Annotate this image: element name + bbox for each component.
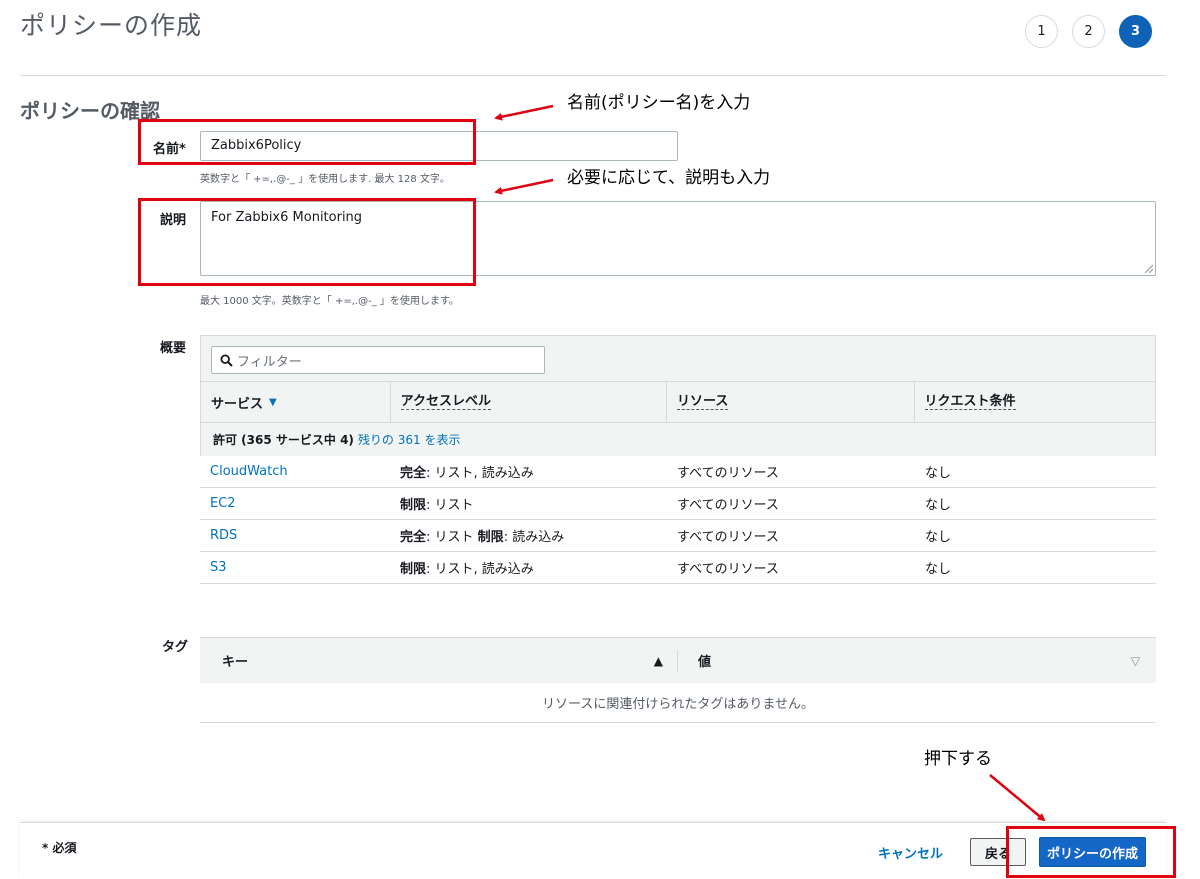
service-link[interactable]: RDS bbox=[210, 528, 237, 543]
tags-label: タグ bbox=[162, 640, 189, 655]
cancel-link[interactable]: キャンセル bbox=[878, 843, 943, 862]
service-link[interactable]: CloudWatch bbox=[210, 464, 288, 479]
access-level-cell: 制限: リスト bbox=[400, 498, 474, 513]
summary-filter-bar: フィルター bbox=[200, 335, 1156, 381]
column-service[interactable]: サービス ▼ bbox=[201, 382, 391, 422]
title-divider bbox=[20, 75, 1166, 76]
column-access-level[interactable]: アクセスレベル bbox=[391, 382, 668, 422]
wizard-steps: 1 2 3 bbox=[1025, 15, 1152, 48]
description-arrow-icon bbox=[494, 178, 554, 195]
step-1-indicator[interactable]: 1 bbox=[1025, 15, 1058, 48]
access-level-cell: 完全: リスト 制限: 読み込み bbox=[400, 530, 565, 545]
name-highlight-box bbox=[138, 119, 476, 165]
summary-header-row: サービス ▼ アクセスレベル リソース リクエスト条件 bbox=[200, 381, 1156, 423]
column-tag-value[interactable]: 値 ▽ bbox=[678, 638, 1156, 683]
summary-label: 概要 bbox=[160, 341, 187, 356]
condition-cell: なし bbox=[925, 562, 952, 577]
step-2-indicator[interactable]: 2 bbox=[1072, 15, 1105, 48]
table-row: S3 制限: リスト, 読み込み すべてのリソース なし bbox=[200, 552, 1156, 584]
page-title: ポリシーの作成 bbox=[20, 11, 203, 40]
resize-grip-icon[interactable] bbox=[1143, 263, 1153, 273]
resource-cell: すべてのリソース bbox=[677, 562, 779, 577]
show-remaining-link[interactable]: 残りの 361 を表示 bbox=[358, 431, 461, 448]
allow-group-label: 許可 (365 サービス中 4) bbox=[213, 433, 354, 447]
sort-up-icon: ▲ bbox=[653, 653, 663, 668]
description-highlight-box bbox=[138, 198, 476, 286]
required-note: * 必須 bbox=[42, 841, 77, 855]
name-hint: 英数字と「 +=,.@-_ 」を使用します. 最大 128 文字。 bbox=[200, 174, 450, 185]
condition-cell: なし bbox=[925, 498, 952, 513]
summary-table: フィルター サービス ▼ アクセスレベル リソース リクエスト条件 許可 (36… bbox=[200, 335, 1156, 584]
press-annotation: 押下する bbox=[924, 749, 992, 769]
column-resource[interactable]: リソース bbox=[667, 382, 915, 422]
create-button-highlight-box bbox=[1006, 826, 1176, 878]
service-link[interactable]: S3 bbox=[210, 560, 227, 575]
table-row: RDS 完全: リスト 制限: 読み込み すべてのリソース なし bbox=[200, 520, 1156, 552]
press-arrow-icon bbox=[989, 774, 1046, 822]
column-request-condition[interactable]: リクエスト条件 bbox=[915, 382, 1156, 422]
tags-header-row: キー ▲ 値 ▽ bbox=[200, 637, 1156, 683]
description-hint: 最大 1000 文字。英数字と「 +=,.@-_ 」を使用します。 bbox=[200, 296, 459, 307]
condition-cell: なし bbox=[925, 466, 952, 481]
name-annotation: 名前(ポリシー名)を入力 bbox=[567, 93, 751, 113]
allow-group-row: 許可 (365 サービス中 4) 残りの 361 を表示 bbox=[200, 423, 1156, 456]
name-arrow-icon bbox=[494, 104, 554, 121]
footer-bar: * 必須 キャンセル 戻る ポリシーの作成 bbox=[20, 822, 1166, 879]
resource-cell: すべてのリソース bbox=[677, 530, 779, 545]
resource-cell: すべてのリソース bbox=[677, 466, 779, 481]
table-row: EC2 制限: リスト すべてのリソース なし bbox=[200, 488, 1156, 520]
service-link[interactable]: EC2 bbox=[210, 496, 236, 511]
step-3-indicator: 3 bbox=[1119, 15, 1152, 48]
access-level-cell: 制限: リスト, 読み込み bbox=[400, 562, 534, 577]
resource-cell: すべてのリソース bbox=[677, 498, 779, 513]
condition-cell: なし bbox=[925, 530, 952, 545]
column-tag-key[interactable]: キー ▲ bbox=[200, 649, 678, 672]
tags-empty-message: リソースに関連付けられたタグはありません。 bbox=[200, 683, 1156, 723]
sort-down-icon: ▼ bbox=[269, 396, 277, 408]
filter-placeholder: フィルター bbox=[237, 354, 302, 370]
sort-down-outline-icon: ▽ bbox=[1130, 653, 1140, 668]
search-icon bbox=[220, 353, 233, 367]
filter-input[interactable]: フィルター bbox=[211, 346, 545, 374]
description-annotation: 必要に応じて、説明も入力 bbox=[567, 168, 771, 188]
access-level-cell: 完全: リスト, 読み込み bbox=[400, 466, 534, 481]
tags-table: キー ▲ 値 ▽ リソースに関連付けられたタグはありません。 bbox=[200, 637, 1156, 723]
table-row: CloudWatch 完全: リスト, 読み込み すべてのリソース なし bbox=[200, 456, 1156, 488]
